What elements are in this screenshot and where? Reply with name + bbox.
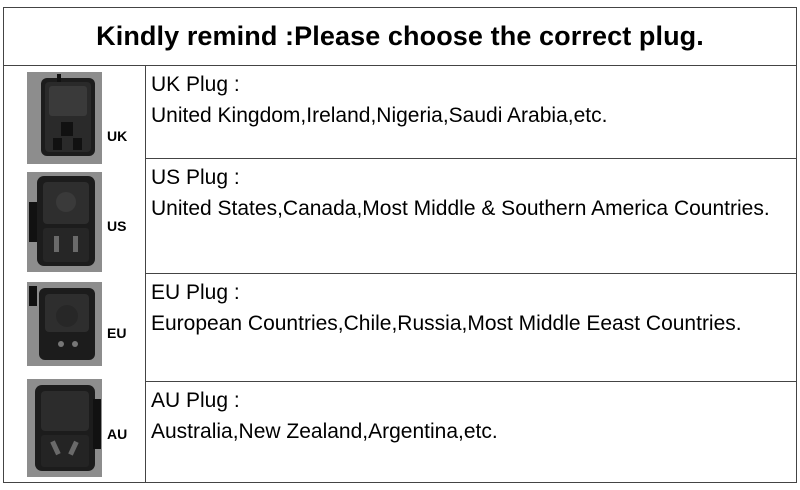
uk-plug-row: UK Plug : United Kingdom,Ireland,Nigeria…	[146, 66, 796, 159]
page-title: Kindly remind :Please choose the correct…	[96, 21, 704, 51]
eu-plug-row: EU Plug : European Countries,Chile,Russi…	[146, 274, 796, 382]
plug-title: US Plug :	[151, 166, 240, 189]
plug-title: AU Plug :	[151, 389, 240, 412]
plug-title: UK Plug :	[151, 73, 240, 96]
us-adapter-photo	[27, 172, 102, 272]
plug-image-column: UK US EU AU	[4, 66, 146, 482]
plug-code-label: UK	[107, 128, 128, 144]
plug-code-label: EU	[107, 325, 127, 341]
plug-countries: United Kingdom,Ireland,Nigeria,Saudi Ara…	[151, 104, 608, 127]
plug-guide-table: Kindly remind :Please choose the correct…	[3, 7, 797, 483]
uk-adapter-photo	[27, 72, 102, 164]
plug-code-label: AU	[107, 426, 128, 442]
au-plug-row: AU Plug : Australia,New Zealand,Argentin…	[146, 382, 796, 482]
plug-countries: United States,Canada,Most Middle & South…	[151, 197, 770, 220]
plug-countries: European Countries,Chile,Russia,Most Mid…	[151, 312, 742, 335]
plug-countries: Australia,New Zealand,Argentina,etc.	[151, 420, 498, 443]
eu-adapter-photo	[27, 282, 102, 366]
header-row: Kindly remind :Please choose the correct…	[4, 8, 796, 66]
us-plug-row: US Plug : United States,Canada,Most Midd…	[146, 159, 796, 274]
au-adapter-photo	[27, 379, 102, 477]
plug-title: EU Plug :	[151, 281, 240, 304]
plug-code-label: US	[107, 218, 127, 234]
